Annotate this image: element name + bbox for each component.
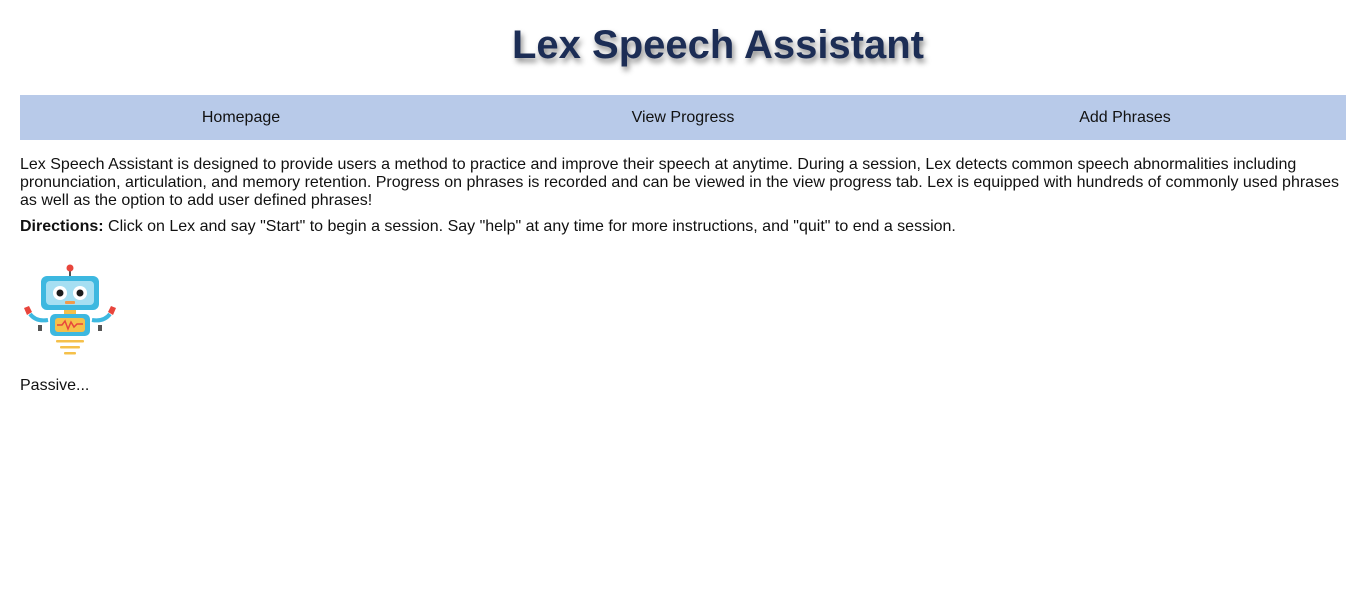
- nav-bar: Homepage View Progress Add Phrases: [20, 95, 1346, 140]
- directions: Directions: Click on Lex and say "Start"…: [20, 218, 1346, 236]
- page: Lex Speech Assistant Homepage View Progr…: [0, 0, 1359, 610]
- robot-graphic: [24, 264, 116, 355]
- intro-text: Lex Speech Assistant is designed to prov…: [20, 156, 1339, 209]
- main-content: Lex Speech Assistant is designed to prov…: [20, 156, 1346, 236]
- directions-text: Click on Lex and say "Start" to begin a …: [103, 218, 956, 235]
- nav-add-phrases[interactable]: Add Phrases: [904, 95, 1346, 140]
- nav-homepage[interactable]: Homepage: [20, 95, 462, 140]
- status-text: Passive...: [20, 377, 90, 394]
- page-title: Lex Speech Assistant: [511, 23, 924, 67]
- robot-icon[interactable]: [20, 262, 120, 362]
- directions-label: Directions:: [20, 218, 104, 235]
- nav-view-progress[interactable]: View Progress: [462, 95, 904, 140]
